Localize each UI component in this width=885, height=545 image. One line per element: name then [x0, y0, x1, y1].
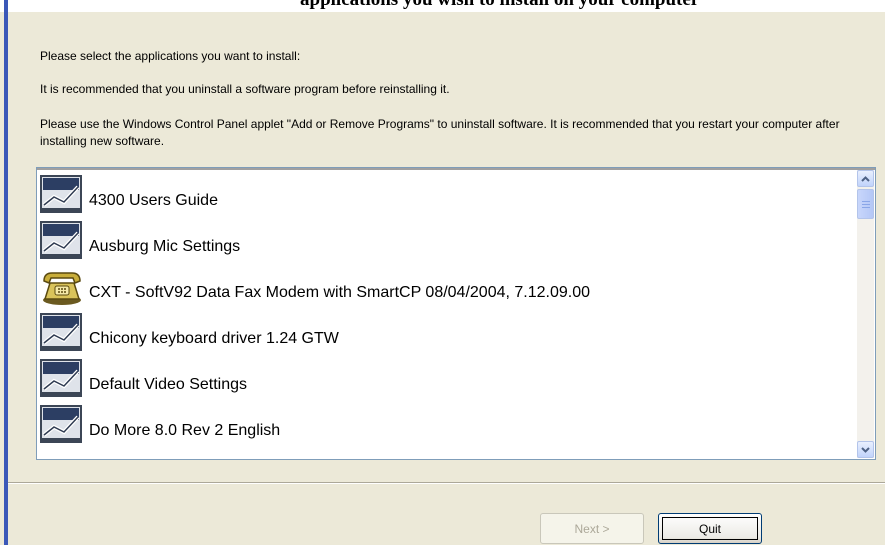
select-instruction: Please select the applications you want …	[40, 49, 301, 63]
chevron-down-icon	[861, 446, 870, 453]
list-inner-shadow	[37, 168, 875, 170]
control-panel-note: Please use the Windows Control Panel app…	[40, 117, 840, 148]
title-strip: applications you wish to install on your…	[0, 0, 885, 12]
list-item-chicony-keyboard[interactable]: Chicony keyboard driver 1.24 GTW	[40, 310, 855, 353]
list-item-label: Ausburg Mic Settings	[89, 238, 241, 255]
list-item-label: CXT - SoftV92 Data Fax Modem with SmartC…	[89, 284, 591, 301]
list-item-label: 4300 Users Guide	[89, 192, 218, 209]
list-item-label: Do More 8.0 Rev 2 English	[89, 422, 281, 439]
quit-button-label: Quit	[698, 521, 721, 536]
footer-separator	[8, 482, 885, 484]
thumb-grip	[862, 204, 870, 205]
thumb-grip	[862, 201, 870, 202]
list-item-default-video-settings[interactable]: Default Video Settings	[40, 356, 855, 399]
next-button[interactable]: Next >	[540, 513, 644, 544]
installer-icon	[40, 359, 84, 399]
chevron-up-icon	[861, 175, 870, 182]
scroll-down-button[interactable]	[857, 441, 874, 458]
list-item-4300-users-guide[interactable]: 4300 Users Guide	[40, 172, 855, 215]
list-item-cxt-softv92-modem[interactable]: CXT - SoftV92 Data Fax Modem with SmartC…	[40, 264, 855, 307]
uninstall-recommendation: It is recommended that you uninstall a s…	[40, 82, 450, 96]
next-button-label: Next >	[574, 521, 610, 536]
page-title: applications you wish to install on your…	[300, 0, 699, 11]
quit-button[interactable]: Quit	[658, 513, 762, 544]
scroll-up-button[interactable]	[857, 170, 874, 187]
installer-icon	[40, 175, 84, 215]
installer-dialog: Please select the applications you want …	[8, 12, 885, 545]
list-item-do-more[interactable]: Do More 8.0 Rev 2 English	[40, 402, 855, 445]
installer-icon	[40, 405, 84, 445]
list-item-label: Chicony keyboard driver 1.24 GTW	[89, 330, 339, 347]
list-item-label: Default Video Settings	[89, 376, 248, 393]
installer-icon	[40, 313, 84, 353]
scrollbar-thumb[interactable]	[857, 189, 874, 219]
thumb-grip	[862, 207, 870, 208]
installer-icon	[40, 221, 84, 261]
modem-phone-icon	[40, 267, 84, 307]
application-list[interactable]: 4300 Users Guide Ausburg Mic Settings CX…	[36, 167, 876, 460]
vertical-scrollbar[interactable]	[857, 170, 874, 458]
list-item-ausburg-mic-settings[interactable]: Ausburg Mic Settings	[40, 218, 855, 261]
